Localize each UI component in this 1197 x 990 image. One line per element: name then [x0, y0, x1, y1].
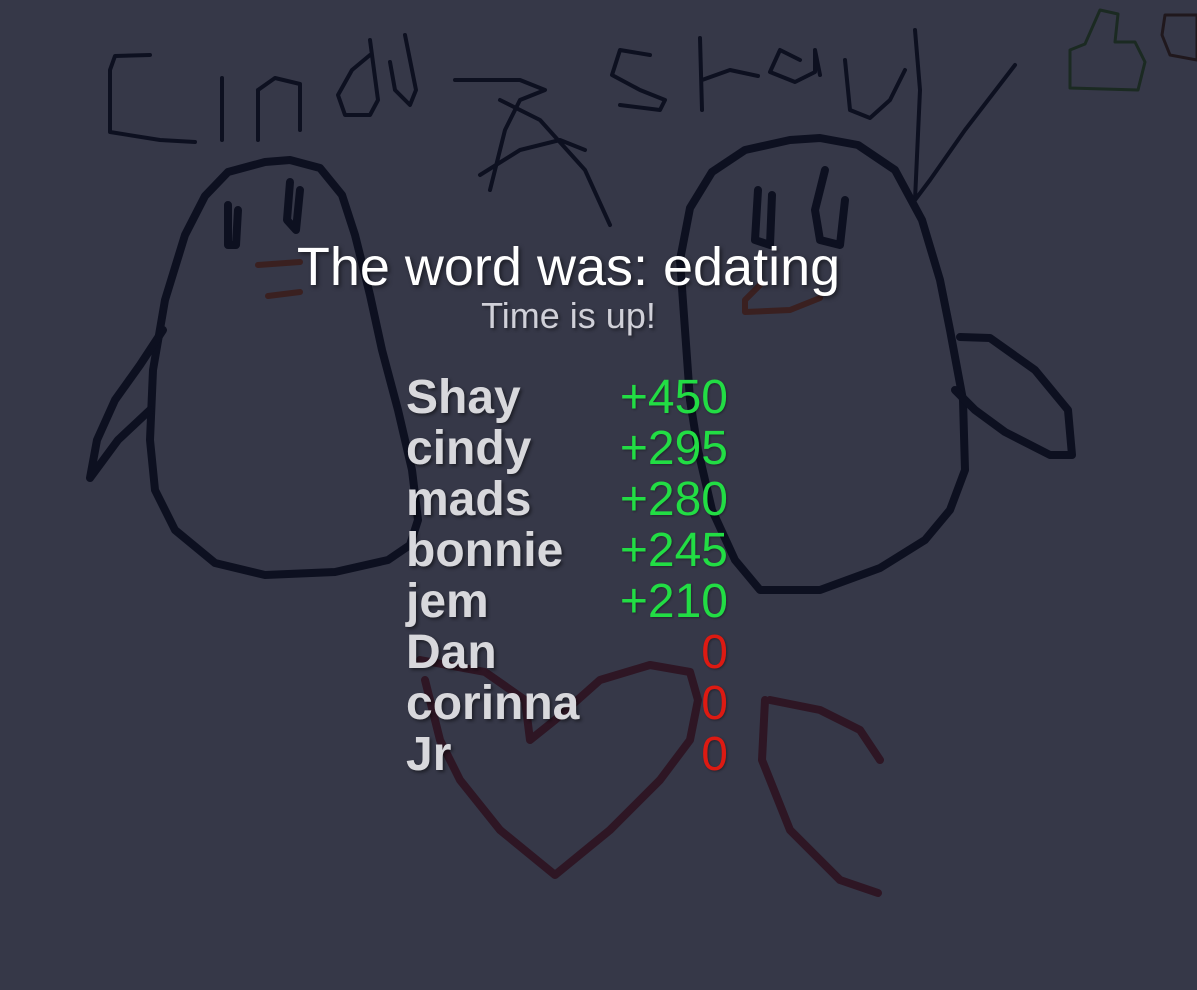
score-row: corinna 0	[406, 678, 736, 729]
player-name: jem	[406, 575, 489, 628]
drawing-canvas[interactable]: The word was: edating Time is up! Shay +…	[0, 0, 1197, 990]
round-end-overlay: The word was: edating Time is up! Shay +…	[0, 0, 1197, 990]
points-gained: +280	[619, 473, 728, 526]
player-name: Shay	[406, 371, 521, 424]
points-gained: +295	[619, 422, 728, 475]
score-row: Jr 0	[406, 729, 736, 780]
player-name: bonnie	[406, 524, 564, 577]
round-status-text: Time is up!	[481, 295, 656, 336]
score-row: Shay +450	[406, 372, 736, 423]
score-row: cindy +295	[406, 423, 736, 474]
score-row: bonnie +245	[406, 525, 736, 576]
player-name: cindy	[406, 422, 532, 475]
word-reveal-title: The word was: edating	[296, 237, 841, 297]
score-row: Dan 0	[406, 627, 736, 678]
round-scores-list: Shay +450 cindy +295 mads +280 bonnie +2…	[406, 372, 736, 780]
score-row: jem +210	[406, 576, 736, 627]
score-row: mads +280	[406, 474, 736, 525]
points-gained: 0	[701, 677, 728, 730]
points-gained: +450	[619, 371, 728, 424]
points-gained: +245	[619, 524, 728, 577]
points-gained: 0	[701, 626, 728, 679]
player-name: Dan	[406, 626, 497, 679]
player-name: mads	[406, 473, 532, 526]
player-name: corinna	[406, 677, 580, 730]
player-name: Jr	[406, 728, 452, 781]
points-gained: +210	[619, 575, 728, 628]
points-gained: 0	[701, 728, 728, 781]
